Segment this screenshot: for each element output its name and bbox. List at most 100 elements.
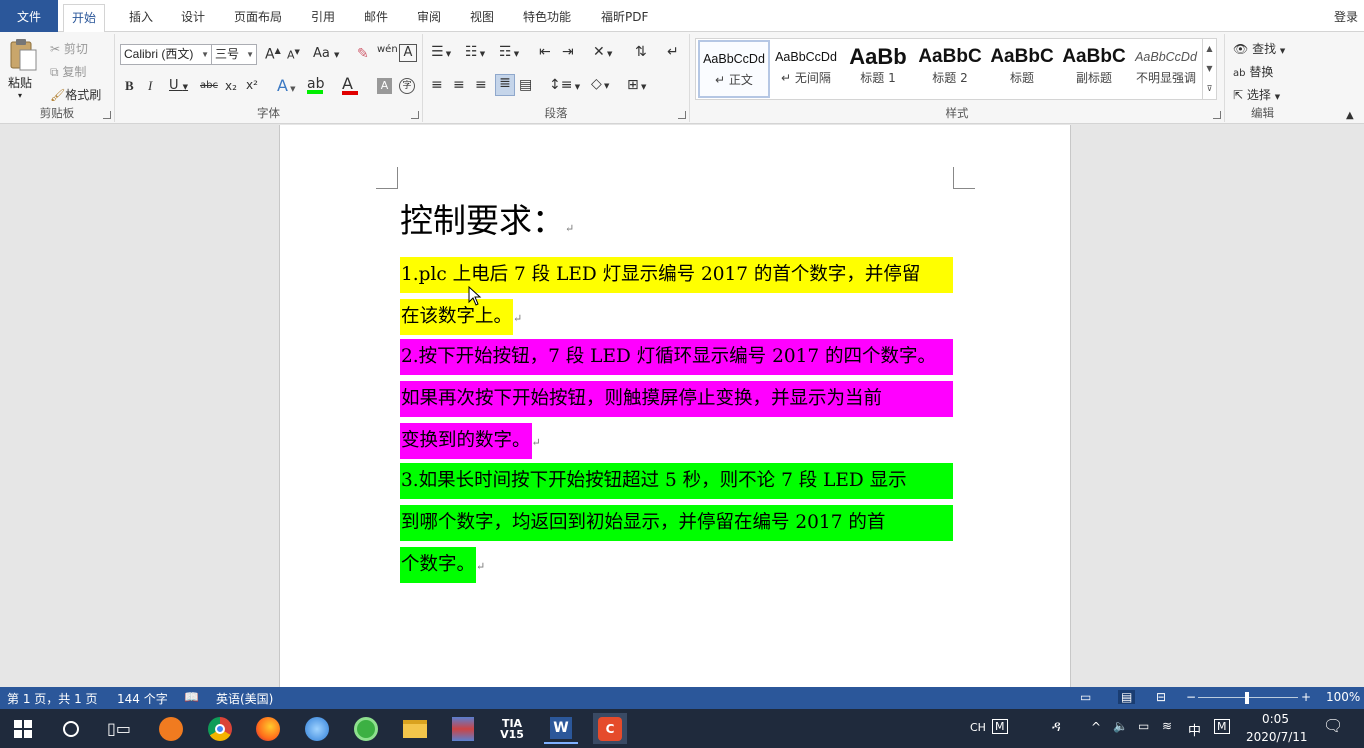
- collapse-ribbon-icon[interactable]: ▲: [1346, 110, 1354, 121]
- char-shading-icon[interactable]: A: [377, 78, 392, 94]
- distribute-icon[interactable]: ▤: [519, 77, 532, 93]
- italic-button[interactable]: I: [148, 78, 152, 94]
- tab-review[interactable]: 审阅: [409, 4, 449, 32]
- login-link[interactable]: 登录: [1334, 8, 1358, 25]
- font-size-combo[interactable]: 三号 ▼: [211, 44, 257, 65]
- increase-indent-icon[interactable]: ⇥: [562, 44, 574, 60]
- taskbar-archive[interactable]: [446, 713, 480, 744]
- replace-button[interactable]: ab 替换: [1233, 63, 1273, 80]
- phonetic-guide-icon[interactable]: wén: [377, 44, 398, 55]
- tab-view[interactable]: 视图: [462, 4, 502, 32]
- search-button[interactable]: [54, 713, 88, 744]
- clear-format-icon[interactable]: ✎: [357, 46, 369, 62]
- style-subtle-emphasis[interactable]: AaBbCcDd 不明显强调: [1130, 40, 1202, 98]
- char-border-icon[interactable]: A: [399, 44, 417, 62]
- borders-icon[interactable]: ⊞ ▼: [627, 77, 646, 93]
- chevron-up-icon[interactable]: ▲: [1203, 39, 1216, 59]
- tab-mailings[interactable]: 邮件: [356, 4, 396, 32]
- bullets-icon[interactable]: ☰ ▼: [431, 44, 451, 60]
- chevron-up-icon[interactable]: ^: [1091, 720, 1101, 734]
- language-indicator[interactable]: 英语(美国): [216, 690, 273, 707]
- network-icon[interactable]: ≋: [1162, 719, 1172, 733]
- underline-button[interactable]: U ▼: [169, 78, 188, 93]
- multilevel-list-icon[interactable]: ☶ ▼: [499, 44, 519, 60]
- tab-design[interactable]: 设计: [173, 4, 213, 32]
- taskbar-tia-portal[interactable]: TIA V15: [495, 713, 529, 744]
- chevron-down-icon[interactable]: ▼: [1203, 59, 1216, 79]
- taskbar-browser[interactable]: [300, 713, 334, 744]
- taskbar-chrome[interactable]: [203, 713, 237, 744]
- style-heading-2[interactable]: AaBbC 标题 2: [914, 40, 986, 98]
- shrink-font-button[interactable]: A▼: [287, 48, 300, 62]
- justify-icon[interactable]: ≣: [495, 74, 515, 96]
- tab-insert[interactable]: 插入: [121, 4, 161, 32]
- paragraph-2[interactable]: 2.按下开始按钮，7 段 LED 灯循环显示编号 2017 的四个数字。 如果再…: [399, 336, 953, 462]
- chinese-layout-icon[interactable]: ✕ ▼: [593, 44, 612, 60]
- format-painter-button[interactable]: 🖌格式刷: [50, 86, 101, 103]
- taskbar-recorder[interactable]: C: [593, 713, 627, 744]
- numbering-icon[interactable]: ☷ ▼: [465, 44, 485, 60]
- decrease-indent-icon[interactable]: ⇤: [539, 44, 551, 60]
- read-mode-icon[interactable]: ▭: [1080, 690, 1091, 704]
- copy-button[interactable]: ⧉ 复制: [50, 63, 86, 80]
- sort-icon[interactable]: ⇅: [635, 44, 647, 60]
- bold-button[interactable]: B: [125, 78, 134, 94]
- print-layout-icon[interactable]: ▤: [1118, 690, 1136, 704]
- styles-launcher-icon[interactable]: [1213, 111, 1221, 119]
- word-count[interactable]: 144 个字: [117, 690, 168, 707]
- clock-date[interactable]: 2020/7/11: [1246, 730, 1308, 744]
- taskbar-app-1[interactable]: [154, 713, 188, 744]
- zoom-in-icon[interactable]: +: [1301, 690, 1311, 704]
- font-color-button[interactable]: A: [342, 74, 358, 95]
- line-spacing-icon[interactable]: ↕≡ ▼: [549, 77, 580, 93]
- document-title[interactable]: 控制要求：↵: [400, 200, 574, 250]
- volume-icon[interactable]: 🔈: [1113, 719, 1128, 733]
- start-button[interactable]: [6, 713, 40, 744]
- people-icon[interactable]: ዳ: [1052, 719, 1061, 735]
- enclose-char-icon[interactable]: 字: [399, 78, 415, 94]
- ime-icon-2[interactable]: M: [1214, 719, 1230, 734]
- web-layout-icon[interactable]: ⊟: [1156, 690, 1166, 704]
- align-center-icon[interactable]: ≡: [453, 77, 465, 93]
- battery-icon[interactable]: ▭: [1138, 719, 1149, 733]
- tab-features[interactable]: 特色功能: [515, 4, 579, 32]
- proofing-icon[interactable]: 📖: [184, 690, 199, 704]
- taskbar-file-explorer[interactable]: [398, 713, 432, 744]
- clipboard-launcher-icon[interactable]: [103, 111, 111, 119]
- taskbar-word[interactable]: W: [544, 713, 578, 744]
- cut-button[interactable]: ✂ 剪切: [50, 40, 88, 57]
- style-subtitle[interactable]: AaBbC 副标题: [1058, 40, 1130, 98]
- font-launcher-icon[interactable]: [411, 111, 419, 119]
- notification-icon[interactable]: 🗨: [1323, 716, 1343, 735]
- zoom-level[interactable]: 100%: [1326, 690, 1360, 704]
- keyboard-lang[interactable]: CH: [970, 721, 986, 734]
- strikethrough-button[interactable]: abc: [200, 80, 218, 91]
- style-normal[interactable]: AaBbCcDd ↵ 正文: [698, 40, 770, 98]
- align-left-icon[interactable]: ≡: [431, 77, 443, 93]
- select-button[interactable]: ⇱ 选择 ▼: [1233, 86, 1280, 103]
- tab-file[interactable]: 文件: [0, 0, 58, 32]
- ime-icon[interactable]: M: [992, 719, 1008, 734]
- task-view-button[interactable]: ▯▭: [102, 713, 136, 744]
- paste-button[interactable]: 粘贴 ▾: [8, 38, 44, 100]
- tab-references[interactable]: 引用: [303, 4, 343, 32]
- paragraph-1[interactable]: 1.plc 上电后 7 段 LED 灯显示编号 2017 的首个数字，并停留 在…: [399, 254, 953, 338]
- taskbar-firefox[interactable]: [251, 713, 285, 744]
- paragraph-launcher-icon[interactable]: [678, 111, 686, 119]
- zoom-slider-thumb[interactable]: [1245, 692, 1249, 704]
- document-page[interactable]: 控制要求：↵ 1.plc 上电后 7 段 LED 灯显示编号 2017 的首个数…: [279, 125, 1071, 687]
- tab-layout[interactable]: 页面布局: [226, 4, 290, 32]
- style-no-spacing[interactable]: AaBbCcDd ↵ 无间隔: [770, 40, 842, 98]
- grow-font-button[interactable]: A▲: [265, 46, 281, 63]
- style-heading-1[interactable]: AaBb 标题 1: [842, 40, 914, 98]
- page-count[interactable]: 第 1 页，共 1 页: [7, 690, 98, 707]
- show-marks-icon[interactable]: ↵: [667, 44, 679, 60]
- style-title[interactable]: AaBbC 标题: [986, 40, 1058, 98]
- more-styles-icon[interactable]: ⊽: [1203, 79, 1216, 99]
- clock-time[interactable]: 0:05: [1262, 712, 1289, 726]
- find-button[interactable]: 👁 查找 ▼: [1233, 40, 1285, 57]
- ime-mode[interactable]: 中: [1188, 720, 1201, 739]
- tab-foxit-pdf[interactable]: 福昕PDF: [593, 4, 656, 32]
- font-name-combo[interactable]: Calibri (西文) ▼: [120, 44, 212, 65]
- superscript-button[interactable]: x²: [246, 78, 258, 92]
